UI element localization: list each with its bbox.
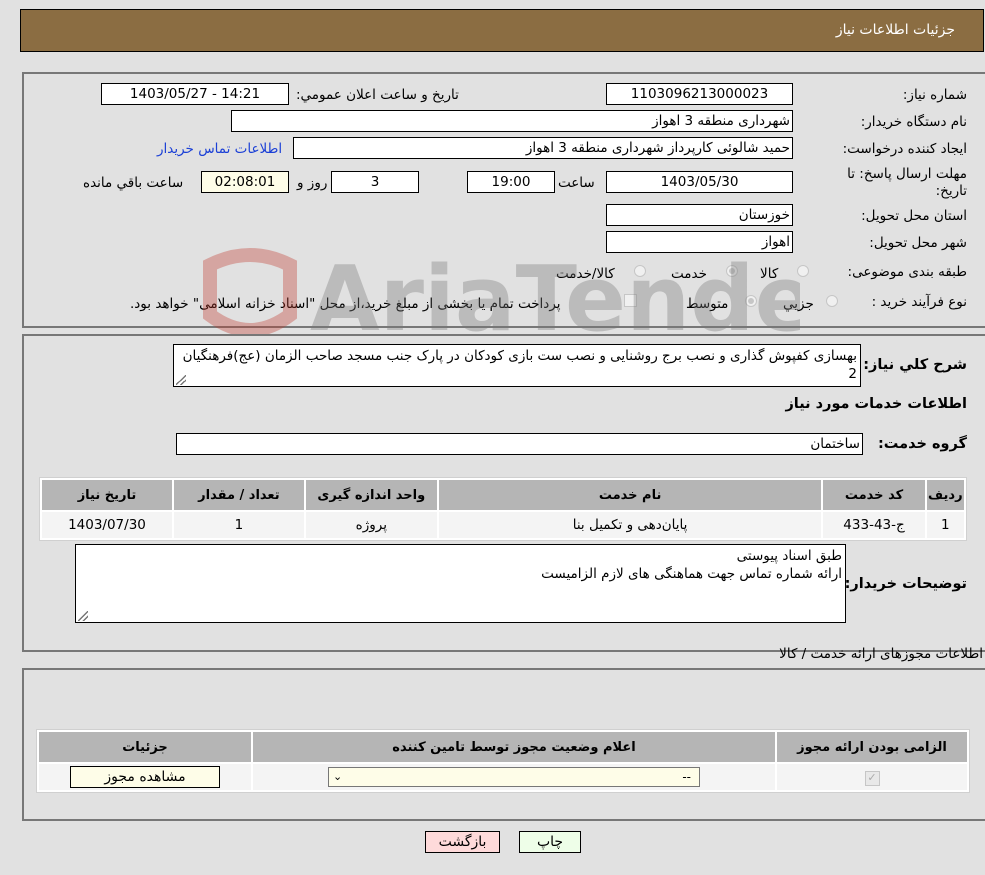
description-text: بهسازی کفپوش گذاری و نصب برج روشنایی و ن… [182,348,857,382]
category-radio-goods-service[interactable] [634,265,646,277]
col-permit-required: الزامی بودن ارائه مجوز [777,732,967,762]
col-service-code: کد خدمت [823,480,925,510]
col-quantity: تعداد / مقدار [173,480,304,510]
deadline-time-field[interactable]: 19:00 [467,171,555,193]
category-label: طبقه بندی موضوعی: [847,264,967,280]
col-permit-details: جزئیات [39,732,251,762]
cell-row: 1 [926,512,964,538]
services-table: ردیف کد خدمت نام خدمت واحد اندازه گیری ت… [39,477,967,541]
permits-table-header: الزامی بودن ارائه مجوز اعلام وضعیت مجوز … [39,732,967,762]
city-field[interactable]: اهواز [606,231,793,253]
services-table-header: ردیف کد خدمت نام خدمت واحد اندازه گیری ت… [42,480,964,510]
permits-section-title: اطلاعات مجوزهای ارائه خدمت / کالا [779,646,983,662]
need-number-field[interactable]: 1103096213000023 [606,83,793,105]
service-group-field[interactable]: ساختمان [176,433,863,455]
province-field[interactable]: خوزستان [606,204,793,226]
description-textarea[interactable]: بهسازی کفپوش گذاری و نصب برج روشنایی و ن… [173,344,861,387]
cell-service-name: پایان‌دهی و تکمیل بنا [438,512,822,538]
buyer-contact-link[interactable]: اطلاعات تماس خریدار [157,141,282,157]
creator-label: ایجاد کننده درخواست: [842,141,967,157]
back-button[interactable]: بازگشت [425,831,500,853]
cell-need-date: 1403/07/30 [42,512,172,538]
resize-grip-icon[interactable] [176,375,186,385]
process-label: نوع فرآیند خرید : [871,294,967,310]
process-option-medium: متوسط [686,296,729,312]
announce-label: تاریخ و ساعت اعلان عمومي: [296,87,459,103]
table-row: ✓ ⌄ -- مشاهده مجوز [39,764,967,790]
buyer-notes-textarea[interactable]: طبق اسناد پیوستی ارائه شماره تماس جهت هم… [75,544,846,623]
permit-required-checkbox[interactable]: ✓ [864,770,880,786]
treasury-note: پرداخت تمام یا بخشی از مبلغ خرید،از محل … [130,296,561,312]
remaining-label: ساعت باقي مانده [83,175,184,191]
category-radio-service[interactable] [726,265,738,277]
permit-status-select[interactable]: ⌄ -- [328,767,700,787]
deadline-date-field[interactable]: 1403/05/30 [606,171,793,193]
table-row: 1 ج-43-433 پایان‌دهی و تکمیل بنا پروژه 1… [42,512,964,538]
deadline-time-label: ساعت [558,175,595,191]
col-service-name: نام خدمت [438,480,822,510]
service-group-label: گروه خدمت: [877,436,967,452]
days-remaining-field[interactable]: 3 [331,171,419,193]
process-radio-minor[interactable] [826,295,838,307]
col-unit: واحد اندازه گیری [305,480,437,510]
permits-table-wrap: الزامی بودن ارائه مجوز اعلام وضعیت مجوز … [36,729,970,793]
buyer-notes-line-2: ارائه شماره تماس جهت هماهنگی های لازم ال… [541,566,842,582]
process-option-minor: جزيي [783,296,814,312]
province-label: استان محل تحویل: [861,208,967,224]
need-number-label: شماره نیاز: [902,87,967,103]
category-option-goods: کالا [760,266,779,282]
cell-unit: پروژه [305,512,437,538]
col-permit-status: اعلام وضعیت مجوز توسط تامین کننده [253,732,775,762]
category-radio-goods[interactable] [797,265,809,277]
view-permit-button[interactable]: مشاهده مجوز [70,766,220,788]
category-option-service: خدمت [671,266,707,282]
announce-datetime-field[interactable]: 1403/05/27 - 14:21 [101,83,289,105]
col-need-date: تاریخ نیاز [42,480,172,510]
creator-field[interactable]: حمید شالوئی کارپرداز شهرداری منطقه 3 اهو… [293,137,793,159]
buyer-notes-label: توضیحات خریدار: [844,576,967,592]
page-header: جزئیات اطلاعات نیاز [20,9,984,52]
cell-permit-required: ✓ [777,764,967,790]
remaining-time-field[interactable]: 02:08:01 [201,171,289,193]
cell-permit-details: مشاهده مجوز [39,764,251,790]
print-button[interactable]: چاپ [519,831,581,853]
services-table-wrap: ردیف کد خدمت نام خدمت واحد اندازه گیری ت… [39,477,967,541]
deadline-label: مهلت ارسال پاسخ: تا تاریخ: [847,166,967,199]
buyer-org-label: نام دستگاه خریدار: [860,114,967,130]
process-radio-medium[interactable] [745,295,757,307]
description-label: شرح کلي نیاز: [863,357,967,373]
page-title: جزئیات اطلاعات نیاز [835,22,955,38]
resize-grip-icon[interactable] [78,611,88,621]
permits-table: الزامی بودن ارائه مجوز اعلام وضعیت مجوز … [36,729,970,793]
chevron-down-icon: ⌄ [333,770,343,783]
buyer-notes-line-1: طبق اسناد پیوستی [736,548,842,564]
services-section-title: اطلاعات خدمات مورد نیاز [785,396,967,412]
cell-service-code: ج-43-433 [823,512,925,538]
cell-permit-status: ⌄ -- [253,764,775,790]
cell-quantity: 1 [173,512,304,538]
buyer-org-field[interactable]: شهرداری منطقه 3 اهواز [231,110,793,132]
col-row: ردیف [926,480,964,510]
treasury-checkbox[interactable] [624,294,637,307]
city-label: شهر محل تحویل: [869,235,967,251]
days-label: روز و [297,175,328,191]
category-option-goods-service: کالا/خدمت [556,266,615,282]
permit-status-value: -- [682,770,691,784]
